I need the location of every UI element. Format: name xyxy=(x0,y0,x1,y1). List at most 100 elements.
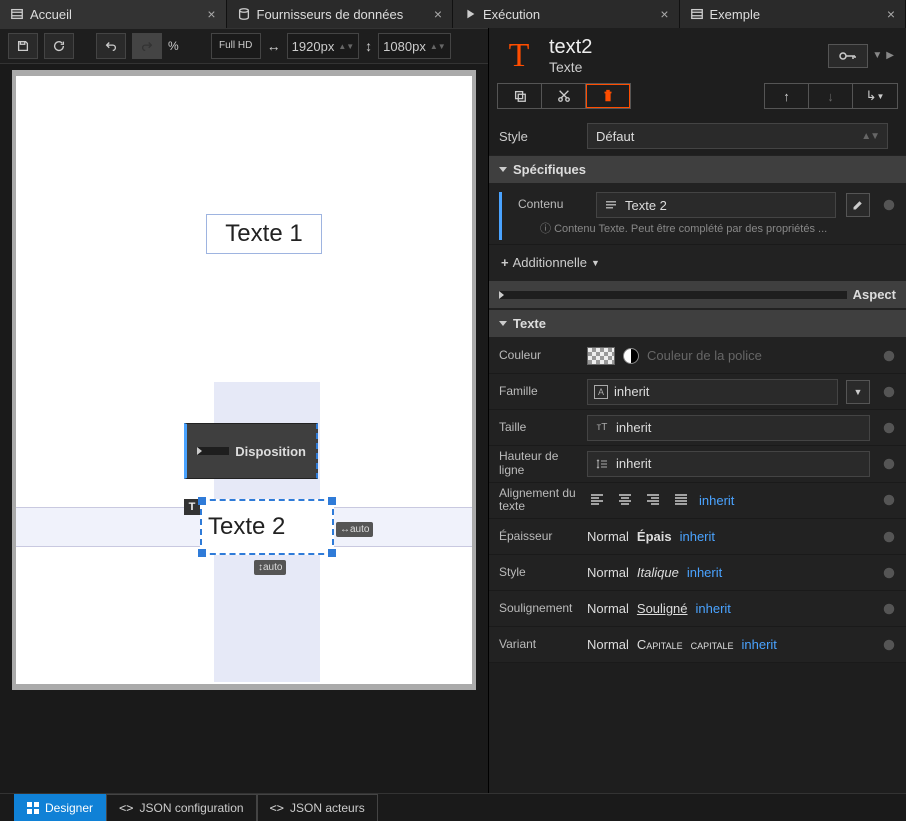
section-aspect[interactable]: Aspect xyxy=(489,280,906,309)
dropdown-button[interactable]: ▼ xyxy=(846,380,870,404)
gear-icon[interactable] xyxy=(880,602,898,616)
couleur-label: Couleur xyxy=(499,349,577,363)
save-button[interactable] xyxy=(8,33,38,59)
section-texte[interactable]: Texte xyxy=(489,309,906,338)
variant-inherit[interactable]: inherit xyxy=(742,637,777,652)
design-canvas[interactable]: Texte 1 T Texte 2 ↔auto ↕auto xyxy=(16,76,472,684)
updown-icon: ▲▼ xyxy=(861,131,879,142)
underline-inherit[interactable]: inherit xyxy=(696,601,731,616)
underline-on[interactable]: Souligné xyxy=(637,601,688,616)
tab-accueil[interactable]: Accueil × xyxy=(0,0,227,28)
edit-button[interactable] xyxy=(846,193,870,217)
tab-label: Exemple xyxy=(710,7,881,22)
gear-icon[interactable] xyxy=(880,457,898,471)
delete-button[interactable] xyxy=(586,84,630,108)
add-property-button[interactable]: +Additionnelle▼ xyxy=(489,245,906,280)
underline-normal[interactable]: Normal xyxy=(587,601,629,616)
more-z-button[interactable]: ↳ ▼ xyxy=(853,84,897,108)
footer-tab-designer[interactable]: Designer xyxy=(14,794,106,821)
famille-input[interactable]: A inherit xyxy=(587,379,838,405)
move-up-button[interactable]: ↑ xyxy=(765,84,809,108)
resize-handle[interactable] xyxy=(328,497,336,505)
tab-label: Fournisseurs de données xyxy=(257,7,428,22)
lineheight-icon xyxy=(594,456,610,472)
gear-icon[interactable] xyxy=(880,385,898,399)
text1-actor[interactable]: Texte 1 xyxy=(206,214,322,254)
close-icon[interactable]: × xyxy=(887,6,895,22)
key-button[interactable] xyxy=(828,44,868,68)
text2-actor-selected[interactable]: Texte 2 xyxy=(200,499,334,555)
undo-button[interactable] xyxy=(96,33,126,59)
collapse-icon[interactable]: ▼ xyxy=(872,50,882,61)
resolution-select[interactable]: Full HD xyxy=(211,33,261,59)
close-icon[interactable]: × xyxy=(660,6,668,22)
hauteur-input[interactable]: inherit xyxy=(587,451,870,477)
gear-icon[interactable] xyxy=(880,198,898,212)
move-down-button[interactable]: ↓ xyxy=(809,84,853,108)
code-icon: <> xyxy=(119,801,133,815)
gear-icon[interactable] xyxy=(880,349,898,363)
align-left-button[interactable] xyxy=(587,490,607,510)
style-italic[interactable]: Italique xyxy=(637,565,679,580)
section-specifiques[interactable]: Spécifiques xyxy=(489,155,906,184)
color-swatch[interactable] xyxy=(587,347,615,365)
auto-height-tag: ↕auto xyxy=(254,560,286,575)
width-input[interactable]: 1920px▲▼ xyxy=(287,33,360,59)
align-inherit[interactable]: inherit xyxy=(699,493,734,508)
variant-smallcap2[interactable]: capitale xyxy=(691,637,734,652)
style-normal[interactable]: Normal xyxy=(587,565,629,580)
variant-label: Variant xyxy=(499,638,577,652)
tab-label: Accueil xyxy=(30,7,201,22)
resize-handle[interactable] xyxy=(198,497,206,505)
gear-icon[interactable] xyxy=(880,566,898,580)
cut-button[interactable] xyxy=(542,84,586,108)
style-select[interactable]: Défaut ▲▼ xyxy=(587,123,888,149)
gear-icon[interactable] xyxy=(880,421,898,435)
designer-toolbar: % Full HD ↔ 1920px▲▼ ↕ 1080px▲▼ xyxy=(0,28,488,64)
style-prop-label: Style xyxy=(499,566,577,580)
taille-label: Taille xyxy=(499,421,577,435)
contrast-icon[interactable] xyxy=(623,348,639,364)
gear-icon[interactable] xyxy=(880,493,898,507)
close-icon[interactable]: × xyxy=(207,6,215,22)
weight-normal[interactable]: Normal xyxy=(587,529,629,544)
text-icon xyxy=(603,197,619,213)
gear-icon[interactable] xyxy=(880,638,898,652)
size-icon: тT xyxy=(594,420,610,436)
variant-normal[interactable]: Normal xyxy=(587,637,629,652)
align-justify-button[interactable] xyxy=(671,490,691,510)
next-icon[interactable]: ▶ xyxy=(886,50,894,61)
width-arrows-icon: ↔ xyxy=(267,38,281,54)
gear-icon[interactable] xyxy=(880,530,898,544)
footer-tab-json-config[interactable]: <> JSON configuration xyxy=(106,794,257,821)
taille-input[interactable]: тT inherit xyxy=(587,415,870,441)
height-input[interactable]: 1080px▲▼ xyxy=(378,33,451,59)
inspector-panel: T text2 Texte ▼ ▶ ↑ ↓ ↳ ▼ xyxy=(488,28,906,793)
footer-tab-json-acteurs[interactable]: <> JSON acteurs xyxy=(257,794,378,821)
reload-button[interactable] xyxy=(44,33,74,59)
style-inherit[interactable]: inherit xyxy=(687,565,722,580)
resize-handle[interactable] xyxy=(328,549,336,557)
contenu-input[interactable]: Texte 2 xyxy=(596,192,836,218)
percent-label: % xyxy=(168,39,179,53)
align-label: Alignement du texte xyxy=(499,487,577,515)
tab-fournisseurs[interactable]: Fournisseurs de données × xyxy=(227,0,454,28)
align-right-button[interactable] xyxy=(643,490,663,510)
footer-tabs: Designer <> JSON configuration <> JSON a… xyxy=(0,793,906,821)
weight-bold[interactable]: Épais xyxy=(637,529,672,544)
redo-button[interactable] xyxy=(132,33,162,59)
accent-indicator xyxy=(499,192,502,240)
style-row: Style Défaut ▲▼ xyxy=(489,117,906,155)
copy-button[interactable] xyxy=(498,84,542,108)
tab-execution[interactable]: Exécution × xyxy=(453,0,680,28)
play-icon xyxy=(463,7,477,21)
variant-smallcap1[interactable]: Capitale xyxy=(637,637,683,652)
resize-handle[interactable] xyxy=(198,549,206,557)
weight-inherit[interactable]: inherit xyxy=(680,529,715,544)
align-center-button[interactable] xyxy=(615,490,635,510)
contenu-label: Contenu xyxy=(518,198,586,212)
close-icon[interactable]: × xyxy=(434,6,442,22)
tab-exemple[interactable]: Exemple × xyxy=(680,0,906,28)
z-actions: ↑ ↓ ↳ ▼ xyxy=(764,83,898,109)
document-tabs: Accueil × Fournisseurs de données × Exéc… xyxy=(0,0,906,28)
